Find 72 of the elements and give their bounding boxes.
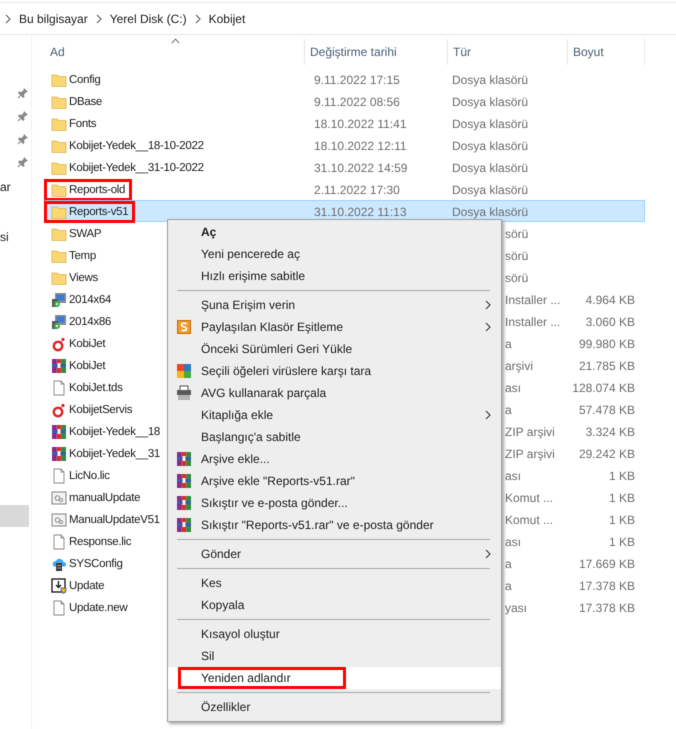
size-cell-text: 3.324 KB bbox=[584, 425, 635, 439]
file-name: Fonts bbox=[69, 118, 96, 130]
type-cell: Dosya klasörü bbox=[452, 183, 528, 197]
file-name: Update.new bbox=[69, 602, 128, 614]
size-cell-text: 57.478 KB bbox=[578, 403, 635, 417]
type-cell: ası bbox=[505, 381, 522, 395]
size-cell-text: 17.669 KB bbox=[578, 557, 635, 571]
type-cell: Installer ... bbox=[505, 293, 560, 307]
type-cell: ası bbox=[505, 535, 522, 549]
file-name: Kobijet-Yedek__18 bbox=[69, 426, 160, 438]
file-name: Kobijet-Yedek__31 bbox=[69, 448, 160, 460]
file-name: Update bbox=[69, 580, 104, 592]
type-cell: a bbox=[505, 557, 512, 571]
type-cell: ZIP arşivi bbox=[505, 447, 555, 461]
file-name: Response.lic bbox=[69, 536, 132, 548]
size-cell-text: 1 KB bbox=[608, 513, 635, 527]
date-cell-text: 31.10.2022 11:13 bbox=[313, 205, 408, 219]
size-cell-text: 1 KB bbox=[608, 469, 635, 483]
size-cell-text: 3.060 KB bbox=[584, 315, 635, 329]
type-cell: Dosya klasörü bbox=[452, 161, 528, 175]
file-name: Kobijet-Yedek__18-10-2022 bbox=[69, 140, 204, 152]
type-cell: sörü bbox=[505, 249, 528, 263]
file-name: LicNo.lic bbox=[69, 470, 110, 482]
file-name: Kobijet-Yedek__31-10-2022 bbox=[69, 162, 204, 174]
file-name: manualUpdate bbox=[69, 492, 140, 504]
file-name: SYSConfig bbox=[69, 558, 123, 570]
date-cell-text: 9.11.2022 17:15 bbox=[313, 73, 401, 87]
file-name: ManualUpdateV51 bbox=[69, 514, 160, 526]
type-cell: Dosya klasörü bbox=[452, 205, 528, 219]
date-cell-text: 31.10.2022 14:59 bbox=[313, 161, 408, 175]
file-name: KobiJet bbox=[69, 338, 106, 350]
type-cell: ası bbox=[505, 469, 522, 483]
type-cell: ZIP arşivi bbox=[505, 425, 555, 439]
size-cell-text: 4.964 KB bbox=[584, 293, 635, 307]
type-cell: a bbox=[505, 579, 512, 593]
date-cell-text: 18.10.2022 11:41 bbox=[313, 117, 408, 131]
type-cell: Komut ... bbox=[505, 491, 554, 505]
size-cell-text: 21.785 KB bbox=[578, 359, 635, 373]
type-cell: Dosya klasörü bbox=[452, 117, 528, 131]
file-name: Temp bbox=[69, 250, 96, 262]
file-name: Views bbox=[69, 272, 98, 284]
type-cell: a bbox=[505, 337, 512, 351]
type-cell: a bbox=[505, 403, 512, 417]
type-cell: yası bbox=[505, 601, 528, 615]
file-name: Reports-old bbox=[69, 184, 126, 196]
file-name: 2014x64 bbox=[69, 294, 112, 306]
file-name: KobijetServis bbox=[69, 404, 132, 416]
type-cell: Komut ... bbox=[505, 513, 554, 527]
size-cell-text: 17.378 KB bbox=[578, 579, 635, 593]
size-cell-text: 1 KB bbox=[608, 535, 635, 549]
type-cell: Dosya klasörü bbox=[452, 139, 528, 153]
file-name: Config bbox=[69, 74, 100, 86]
size-cell-text: 128.074 KB bbox=[571, 381, 635, 395]
size-cell-text: 29.242 KB bbox=[578, 447, 635, 461]
type-cell: Dosya klasörü bbox=[452, 95, 528, 109]
size-cell-text: 17.378 KB bbox=[578, 601, 635, 615]
type-cell: Dosya klasörü bbox=[452, 73, 528, 87]
file-name: 2014x86 bbox=[69, 316, 112, 328]
size-cell-text: 1 KB bbox=[608, 491, 635, 505]
date-cell-text: 2.11.2022 17:30 bbox=[313, 183, 401, 197]
file-name: DBase bbox=[69, 96, 102, 108]
type-cell: sörü bbox=[505, 227, 528, 241]
type-cell: sörü bbox=[505, 271, 528, 285]
date-cell-text: 9.11.2022 08:56 bbox=[313, 95, 401, 109]
file-name: KobiJet.tds bbox=[69, 382, 123, 394]
type-cell: Installer ... bbox=[505, 315, 560, 329]
file-name: KobiJet bbox=[69, 360, 106, 372]
size-cell-text: 99.980 KB bbox=[578, 337, 635, 351]
file-name: Reports-v51 bbox=[69, 206, 128, 218]
type-cell: arşivi bbox=[505, 359, 534, 373]
date-cell-text: 18.10.2022 12:11 bbox=[313, 139, 408, 153]
file-name: SWAP bbox=[69, 228, 102, 240]
